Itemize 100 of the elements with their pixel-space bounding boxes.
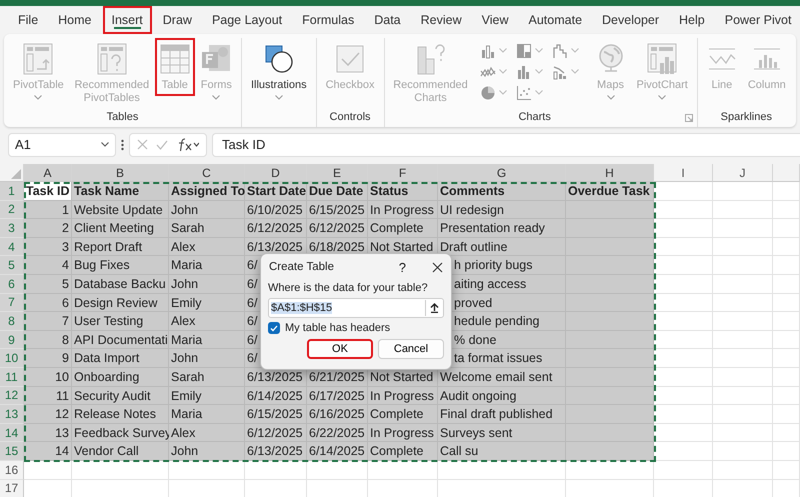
- row-header[interactable]: 1: [0, 182, 24, 201]
- sheet-cell: [713, 238, 773, 256]
- row-header[interactable]: 4: [0, 238, 24, 256]
- line-sparkline-icon: [706, 46, 737, 72]
- row-header[interactable]: 17: [0, 480, 24, 497]
- row-header[interactable]: 3: [0, 219, 24, 238]
- sheet-cell: [773, 330, 800, 350]
- menu-tab[interactable]: Automate: [520, 6, 592, 34]
- table-cell: Final draft published: [438, 405, 566, 424]
- sheet-cell: [773, 238, 800, 256]
- dialog-launcher-icon[interactable]: [684, 114, 693, 122]
- dialog-button[interactable]: Cancel: [378, 339, 444, 359]
- menu-tab[interactable]: Home: [49, 6, 100, 34]
- table-cell: Emily: [169, 294, 245, 312]
- help-button[interactable]: ?: [398, 260, 406, 274]
- menu-tab[interactable]: Review: [412, 6, 471, 34]
- group-label: Charts: [517, 110, 552, 125]
- table-cell: Surveys sent: [438, 424, 566, 442]
- pivot-table-icon: [23, 43, 54, 75]
- row-header[interactable]: 14: [0, 424, 24, 442]
- menu-tab[interactable]: Draw: [154, 6, 201, 34]
- triangle-icon[interactable]: [11, 169, 21, 179]
- sheet-cell: [654, 460, 713, 480]
- column-header[interactable]: B: [72, 164, 169, 182]
- sheet-cell: [773, 349, 800, 368]
- table-cell: Maria: [169, 256, 245, 275]
- row-header[interactable]: 12: [0, 386, 24, 406]
- row-header[interactable]: 7: [0, 294, 24, 312]
- bar-chart-question-icon: [416, 43, 446, 75]
- column-header[interactable]: [773, 164, 800, 182]
- formula-field[interactable]: Task ID: [212, 132, 800, 156]
- table-cell: Client Meeting: [72, 219, 169, 238]
- row-header[interactable]: 11: [0, 368, 24, 387]
- caret-icon: [498, 69, 506, 74]
- caret-icon: [534, 90, 542, 95]
- insert-function-icon[interactable]: [176, 138, 199, 152]
- sheet-cell: [654, 274, 713, 294]
- row-header[interactable]: 15: [0, 442, 24, 461]
- sheet-cell: [713, 349, 773, 368]
- sheet-cell: [773, 368, 800, 387]
- column-title: Task Name: [72, 182, 169, 201]
- sheet-cell: [713, 405, 773, 424]
- menu-tab[interactable]: Page Layout: [202, 6, 292, 34]
- ribbon-button[interactable]: Illustrations: [246, 38, 312, 104]
- table-cell: Audit ongoing: [438, 386, 566, 406]
- menu-tab[interactable]: File: [9, 6, 48, 34]
- table-cell: Maria: [169, 330, 245, 350]
- sheet-cell: [654, 330, 713, 350]
- name-box[interactable]: A1: [8, 132, 116, 156]
- range-field[interactable]: $A$1:$H$15: [268, 298, 444, 318]
- column-header[interactable]: J: [713, 164, 773, 182]
- table-cell: Complete: [368, 405, 438, 424]
- menu-tab[interactable]: Insert: [102, 6, 152, 34]
- cancel-icon[interactable]: [137, 139, 148, 150]
- column-sparkline-icon: [752, 46, 782, 72]
- check-icon[interactable]: [156, 140, 168, 150]
- menu-tab[interactable]: Help: [670, 6, 714, 34]
- row-header[interactable]: 2: [0, 200, 24, 220]
- row-header[interactable]: 8: [0, 312, 24, 331]
- column-title: Task ID: [24, 182, 72, 201]
- table-cell: Release Notes: [72, 405, 169, 424]
- forms-icon: [201, 44, 232, 74]
- menu-tab[interactable]: Formulas: [293, 6, 364, 34]
- menu-tab[interactable]: Developer: [593, 6, 668, 34]
- sheet-cell: [773, 386, 800, 406]
- headers-checkbox[interactable]: [268, 322, 280, 334]
- table-cell: Sarah: [169, 219, 245, 238]
- dialog-button[interactable]: OK: [307, 339, 373, 359]
- table-cell: Emily: [169, 386, 245, 406]
- sheet-cell: [713, 294, 773, 312]
- column-header[interactable]: D: [245, 164, 307, 182]
- up-arrow-icon: [430, 303, 439, 313]
- sheet-cell: [713, 182, 773, 201]
- row-header[interactable]: 5: [0, 256, 24, 275]
- menu-tab[interactable]: Data: [365, 6, 410, 34]
- column-header[interactable]: A: [24, 164, 72, 182]
- column-chart-icon: [480, 42, 496, 58]
- row-header[interactable]: 10: [0, 349, 24, 368]
- column-header[interactable]: H: [566, 164, 654, 182]
- menu-tab[interactable]: View: [472, 6, 518, 34]
- more-icon[interactable]: [121, 138, 124, 150]
- row-header[interactable]: 13: [0, 405, 24, 424]
- caret-icon: [212, 95, 220, 100]
- group-label: Tables: [106, 110, 140, 125]
- select-all-button[interactable]: [0, 164, 24, 182]
- sheet-cell: [773, 442, 800, 461]
- column-header[interactable]: G: [438, 164, 566, 182]
- row-header[interactable]: 9: [0, 330, 24, 350]
- column-header[interactable]: E: [307, 164, 368, 182]
- column-header[interactable]: C: [169, 164, 245, 182]
- column-title: Overdue Task: [566, 182, 654, 201]
- row-header[interactable]: 6: [0, 274, 24, 294]
- column-header[interactable]: F: [368, 164, 438, 182]
- close-icon[interactable]: [432, 262, 443, 272]
- row-header[interactable]: 16: [0, 460, 24, 480]
- table-cell: 11: [24, 386, 72, 406]
- column-header[interactable]: I: [654, 164, 713, 182]
- sheet-cell: [713, 200, 773, 220]
- collapse-button[interactable]: [425, 300, 443, 316]
- menu-tab[interactable]: Power Pivot: [716, 6, 800, 34]
